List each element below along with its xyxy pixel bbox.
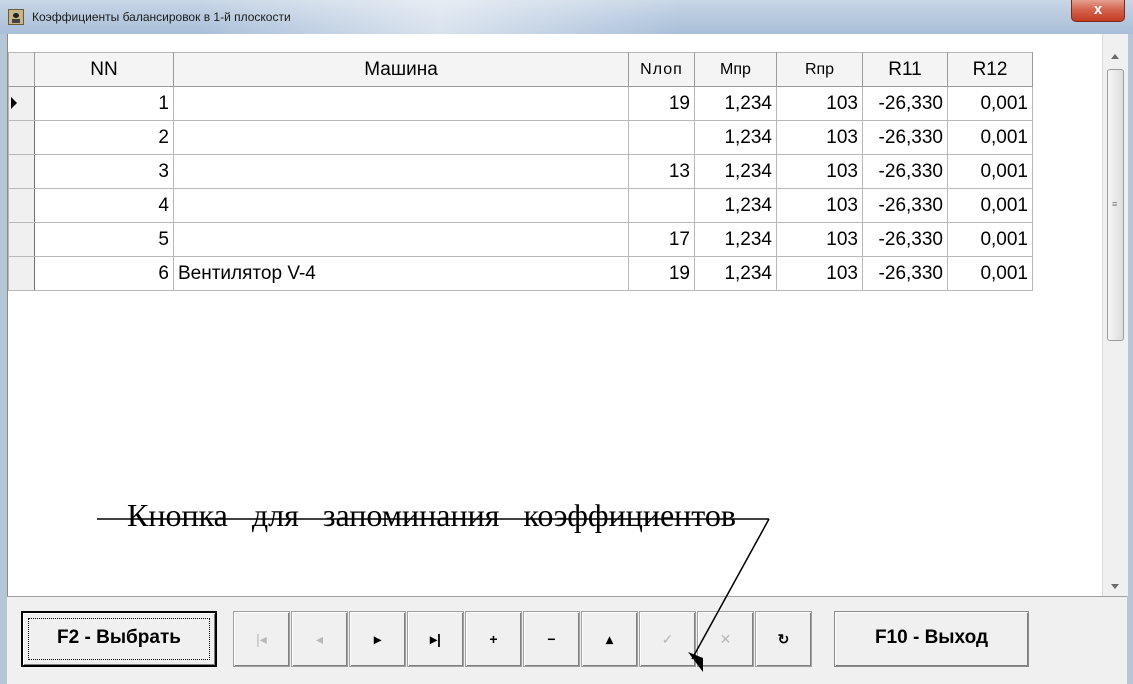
annotation-arrowhead-icon <box>688 652 703 672</box>
app-window: Коэффициенты балансировок в 1-й плоскост… <box>0 0 1133 684</box>
annotation-leader-line <box>691 518 770 660</box>
annotation-pointer <box>97 518 770 672</box>
